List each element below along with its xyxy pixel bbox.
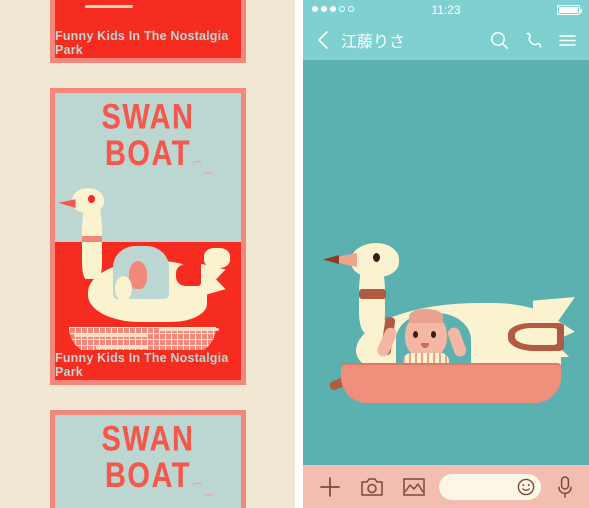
child-eye <box>431 331 436 338</box>
poster-ripple <box>73 334 148 338</box>
message-input[interactable] <box>449 473 513 502</box>
status-time: 11:23 <box>431 3 461 17</box>
swan-collar <box>81 235 103 243</box>
battery-icon <box>557 5 582 15</box>
poster-ripple <box>159 328 219 332</box>
swan-boat-illustration[interactable] <box>311 235 583 430</box>
poster-title: SWAN BOAT <box>55 98 241 173</box>
swan-eye <box>88 195 96 203</box>
poster-swan-boat <box>58 187 226 357</box>
poster-card[interactable]: SWAN BOAT ⌒ ⌒ <box>50 88 246 385</box>
poster-caption: Funny Kids In The Nostalgia Park <box>55 28 241 58</box>
swan-window <box>175 263 201 287</box>
nav-bar: 江藤りさ <box>303 20 589 60</box>
status-bar: 11:23 <box>303 0 589 20</box>
swan-side-window-inner <box>515 328 557 345</box>
phone-icon[interactable] <box>523 30 543 50</box>
poster-ripple <box>84 4 134 8</box>
message-input-wrapper[interactable] <box>439 473 541 502</box>
photo-icon[interactable] <box>399 472 429 502</box>
poster-caption: Funny Kids In The Nostalgia Park <box>55 350 241 380</box>
app-root: Funny Kids In The Nostalgia Park SWAN BO… <box>0 0 589 508</box>
swan-hull <box>341 365 561 403</box>
swan-tail <box>200 263 226 297</box>
menu-icon[interactable] <box>557 30 577 50</box>
microphone-icon[interactable] <box>551 472 579 502</box>
search-icon[interactable] <box>489 30 509 50</box>
poster-ripple <box>95 345 148 349</box>
child-eye <box>413 331 418 338</box>
plus-icon[interactable] <box>315 472 345 502</box>
panel-divider <box>295 0 303 508</box>
emoji-icon[interactable] <box>517 478 535 496</box>
chat-toolbar <box>303 465 589 508</box>
poster-inner: SWAN BOAT ⌒ ⌒ <box>55 93 241 380</box>
swan-beak-tip <box>323 255 339 264</box>
poster-mountains <box>55 415 241 508</box>
poster-inner: Funny Kids In The Nostalgia Park <box>55 0 241 58</box>
poster-gallery: Funny Kids In The Nostalgia Park SWAN BO… <box>0 0 295 508</box>
poster-child <box>114 276 132 302</box>
nav-actions <box>489 30 577 50</box>
swan-eye <box>373 253 380 262</box>
chevron-left-icon[interactable] <box>311 29 333 51</box>
phone-screen: 11:23 江藤りさ <box>303 0 589 508</box>
chat-message-area[interactable] <box>303 60 589 465</box>
chat-title: 江藤りさ <box>341 34 406 51</box>
swan-collar <box>359 289 386 299</box>
bird-icon: ⌒ <box>203 172 213 183</box>
camera-icon[interactable] <box>357 472 387 502</box>
bird-icon: ⌒ <box>192 160 202 171</box>
child-hair <box>409 309 443 323</box>
poster-inner: SWAN BOAT ⌒ ⌒ <box>55 415 241 508</box>
poster-card[interactable]: SWAN BOAT ⌒ ⌒ <box>50 410 246 508</box>
poster-card[interactable]: Funny Kids In The Nostalgia Park <box>50 0 246 63</box>
